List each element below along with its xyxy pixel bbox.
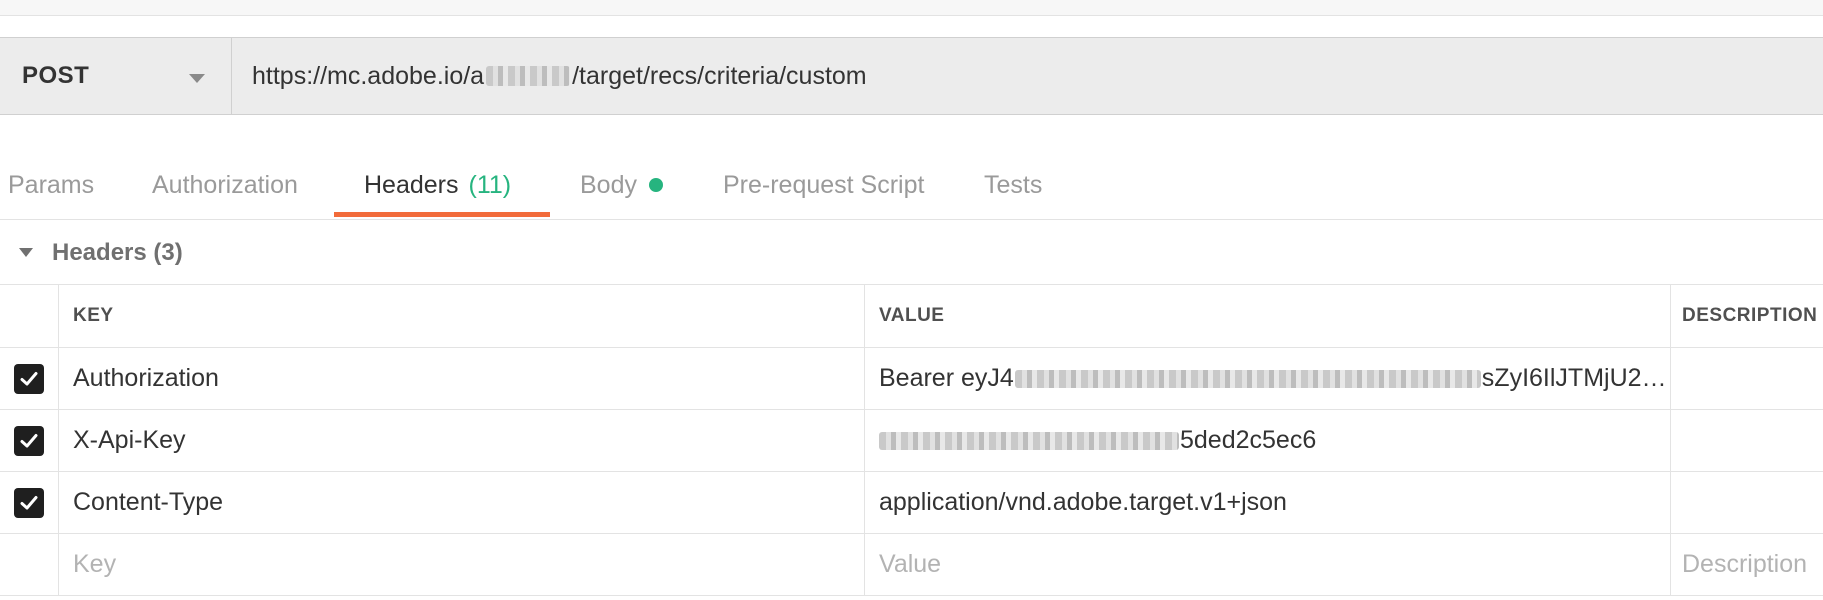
checkmark-icon bbox=[20, 433, 38, 447]
caret-down-icon bbox=[19, 248, 33, 257]
url-input[interactable]: https://mc.adobe.io/a/target/recs/criter… bbox=[232, 38, 1823, 114]
tab-pre-request-script[interactable]: Pre-request Script bbox=[723, 150, 924, 220]
row-check-cell bbox=[0, 534, 59, 595]
table-row: Authorization Bearer eyJ4 sZyI6IlJTMjU2In… bbox=[0, 348, 1823, 410]
value-prefix: Bearer eyJ4 bbox=[879, 364, 1014, 392]
tab-authorization[interactable]: Authorization bbox=[152, 150, 298, 220]
tab-label: Authorization bbox=[152, 170, 298, 199]
key-field[interactable]: Authorization bbox=[59, 348, 865, 409]
table-row: Content-Type application/vnd.adobe.targe… bbox=[0, 472, 1823, 534]
method-dropdown[interactable]: POST bbox=[0, 38, 232, 114]
row-check-cell bbox=[0, 348, 59, 409]
section-title: Headers (3) bbox=[52, 238, 183, 266]
value-suffix: sZyI6IlJTMjU2In... bbox=[1481, 364, 1669, 392]
top-strip bbox=[0, 0, 1823, 16]
enable-checkbox[interactable] bbox=[14, 487, 44, 518]
redacted-blur bbox=[879, 432, 1179, 451]
table-header-row: KEY VALUE DESCRIPTION bbox=[0, 285, 1823, 348]
key-field[interactable]: Content-Type bbox=[59, 472, 865, 533]
column-header-value: VALUE bbox=[865, 285, 1671, 347]
url-prefix: https://mc.adobe.io/a bbox=[252, 61, 485, 90]
description-placeholder-field[interactable]: Description bbox=[1671, 534, 1823, 595]
checkmark-icon bbox=[20, 495, 38, 509]
request-bar: POST https://mc.adobe.io/a/target/recs/c… bbox=[0, 37, 1823, 115]
value-field[interactable]: application/vnd.adobe.target.v1+json bbox=[865, 472, 1671, 533]
tab-label: Pre-request Script bbox=[723, 170, 925, 199]
row-check-cell bbox=[0, 472, 59, 533]
tab-headers[interactable]: Headers (11) bbox=[364, 150, 511, 220]
value-field[interactable]: 5ded2c5ec6 bbox=[865, 410, 1671, 471]
tab-label: Tests bbox=[984, 170, 1043, 199]
enable-checkbox[interactable] bbox=[14, 363, 44, 394]
active-tab-indicator bbox=[334, 212, 550, 217]
redacted-blur bbox=[1014, 370, 1481, 389]
request-tabs: Params Authorization Headers (11) Body Pr… bbox=[0, 150, 1823, 220]
checkmark-icon bbox=[20, 371, 38, 385]
body-indicator-dot-icon bbox=[648, 178, 663, 192]
column-header-description: DESCRIPTION bbox=[1682, 305, 1818, 326]
tab-params[interactable]: Params bbox=[8, 150, 94, 220]
description-field[interactable] bbox=[1671, 472, 1823, 533]
method-label: POST bbox=[22, 62, 90, 89]
redacted-blur bbox=[486, 66, 571, 86]
headers-table: KEY VALUE DESCRIPTION Authorization Bear… bbox=[0, 285, 1823, 596]
value-prefix: application/vnd.adobe.target.v1+json bbox=[879, 488, 1287, 516]
key-placeholder-field[interactable]: Key bbox=[59, 534, 865, 595]
value-field[interactable]: Bearer eyJ4 sZyI6IlJTMjU2In... bbox=[865, 348, 1671, 409]
url-suffix: /target/recs/criteria/custom bbox=[572, 61, 867, 90]
row-check-cell bbox=[0, 410, 59, 471]
headers-section-toggle[interactable]: Headers (3) bbox=[0, 221, 1823, 285]
table-row-new: Key Value Description bbox=[0, 534, 1823, 596]
column-header-key: KEY bbox=[59, 285, 865, 347]
value-placeholder-field[interactable]: Value bbox=[865, 534, 1671, 595]
headers-count-badge: (11) bbox=[468, 170, 512, 199]
tab-label: Params bbox=[8, 170, 95, 199]
value-suffix: 5ded2c5ec6 bbox=[1180, 426, 1317, 454]
enable-checkbox[interactable] bbox=[14, 425, 44, 456]
tab-body[interactable]: Body bbox=[580, 150, 663, 220]
table-row: X-Api-Key 5ded2c5ec6 bbox=[0, 410, 1823, 472]
key-field[interactable]: X-Api-Key bbox=[59, 410, 865, 471]
chevron-down-icon bbox=[189, 74, 205, 83]
header-check-column bbox=[0, 285, 59, 347]
tab-label: Body bbox=[580, 170, 637, 199]
tab-label: Headers bbox=[364, 170, 459, 199]
tab-tests[interactable]: Tests bbox=[984, 150, 1042, 220]
description-field[interactable] bbox=[1671, 348, 1823, 409]
description-field[interactable] bbox=[1671, 410, 1823, 471]
